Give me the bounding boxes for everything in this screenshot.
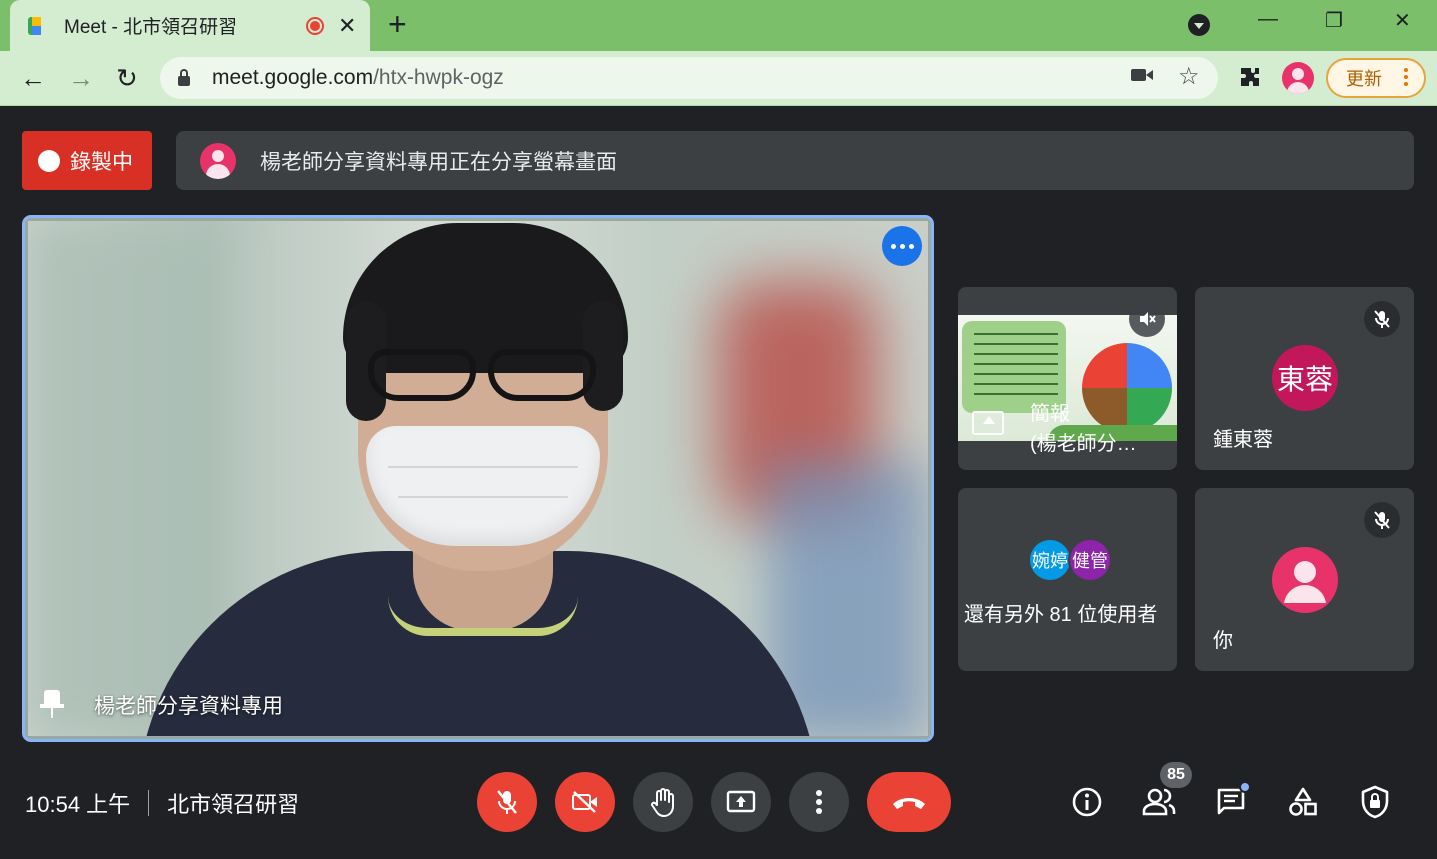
raise-hand-button[interactable] xyxy=(633,772,693,832)
screen-share-icon xyxy=(972,411,1004,435)
pin-icon[interactable] xyxy=(40,690,64,718)
participant-video xyxy=(28,221,928,736)
address-bar[interactable]: meet.google.com/htx-hwpk-ogz ☆ xyxy=(160,57,1218,99)
more-options-button[interactable] xyxy=(789,772,849,832)
participant-tile-dongrong[interactable]: 東蓉 鍾東蓉 xyxy=(1195,287,1414,470)
others-count-label: 還有另外 81 位使用者 xyxy=(964,604,1158,626)
people-icon xyxy=(1142,788,1176,816)
profile-avatar[interactable] xyxy=(1282,62,1314,94)
mic-off-icon xyxy=(1364,502,1400,538)
tab-search-icon[interactable] xyxy=(1188,14,1210,36)
activities-button[interactable] xyxy=(1283,782,1323,822)
camera-toggle-button[interactable] xyxy=(555,772,615,832)
bookmark-star-icon[interactable]: ☆ xyxy=(1178,62,1200,91)
record-dot-icon xyxy=(38,149,60,172)
participant-avatar: 婉婷 xyxy=(1028,538,1072,582)
forward-icon[interactable]: → xyxy=(68,61,94,95)
meeting-info-button[interactable] xyxy=(1067,782,1107,822)
info-icon xyxy=(1072,787,1102,817)
back-icon[interactable]: ← xyxy=(20,61,46,95)
lock-icon xyxy=(178,68,190,86)
tab-title: Meet - 北市領召研習 xyxy=(64,17,238,38)
self-avatar xyxy=(1272,547,1338,613)
update-button[interactable]: 更新 xyxy=(1326,58,1426,98)
presentation-tile-label-1: 簡報 xyxy=(1030,403,1070,425)
tile-more-options-icon[interactable] xyxy=(882,226,922,266)
people-button[interactable] xyxy=(1139,782,1179,822)
present-icon xyxy=(726,790,756,813)
browser-tab[interactable]: Meet - 北市領召研習 ✕ xyxy=(10,0,370,51)
presentation-tile[interactable]: 簡報 (楊老師分… xyxy=(958,287,1177,470)
audio-muted-icon xyxy=(1129,301,1165,337)
restore-icon[interactable]: ❐ xyxy=(1325,8,1343,33)
present-now-button[interactable] xyxy=(711,772,771,832)
hand-icon xyxy=(651,788,674,817)
participant-count-badge: 85 xyxy=(1160,762,1192,788)
window-close-icon[interactable]: ✕ xyxy=(1394,8,1411,33)
clock-time: 10:54 上午 xyxy=(25,792,131,817)
participant-avatar: 東蓉 xyxy=(1272,345,1338,411)
camera-permission-icon[interactable] xyxy=(1130,65,1154,91)
mic-off-icon xyxy=(1364,301,1400,337)
presenter-avatar xyxy=(200,142,236,179)
browser-toolbar: ← → ↻ meet.google.com/htx-hwpk-ogz ☆ 更新 xyxy=(0,51,1437,106)
host-controls-button[interactable] xyxy=(1355,782,1395,822)
presentation-tile-label-2: (楊老師分… xyxy=(1030,433,1137,455)
mic-toggle-button[interactable] xyxy=(477,772,537,832)
shapes-icon xyxy=(1289,787,1317,816)
participant-avatar: 健管 xyxy=(1068,538,1112,582)
others-tile[interactable]: 婉婷 健管 還有另外 81 位使用者 xyxy=(958,488,1177,671)
extensions-icon[interactable] xyxy=(1238,65,1262,96)
self-tile[interactable]: 你 xyxy=(1195,488,1414,671)
url-text: meet.google.com/htx-hwpk-ogz xyxy=(212,66,504,89)
meet-favicon-icon xyxy=(28,16,50,35)
hang-up-icon xyxy=(893,798,925,809)
others-avatars: 婉婷 健管 xyxy=(1028,538,1118,582)
participant-name: 鍾東蓉 xyxy=(1213,429,1273,451)
presentation-banner-text: 楊老師分享資料專用正在分享螢幕畫面 xyxy=(260,150,617,174)
camera-off-icon xyxy=(572,791,597,813)
recording-indicator-icon xyxy=(306,16,324,35)
shield-lock-icon xyxy=(1361,785,1389,819)
tab-strip: Meet - 北市領召研習 ✕ + — ❐ ✕ xyxy=(0,0,1437,51)
main-participant-name: 楊老師分享資料專用 xyxy=(94,695,283,718)
reload-icon[interactable]: ↻ xyxy=(116,61,138,95)
self-name: 你 xyxy=(1213,630,1233,652)
mic-off-icon xyxy=(497,790,517,814)
leave-call-button[interactable] xyxy=(867,772,951,832)
main-video-tile[interactable] xyxy=(22,215,934,742)
chat-notification-dot xyxy=(1239,781,1251,793)
presentation-banner: 楊老師分享資料專用正在分享螢幕畫面 xyxy=(176,131,1414,190)
meeting-name: 北市領召研習 xyxy=(167,792,300,817)
more-vert-icon xyxy=(816,790,822,814)
menu-dots-icon xyxy=(1404,68,1408,86)
recording-badge: 錄製中 xyxy=(22,131,152,190)
meeting-details: 10:54 上午 北市領召研習 xyxy=(25,787,299,819)
tab-close-icon[interactable]: ✕ xyxy=(338,14,356,37)
new-tab-button[interactable]: + xyxy=(388,8,407,40)
minimize-icon[interactable]: — xyxy=(1258,8,1278,31)
